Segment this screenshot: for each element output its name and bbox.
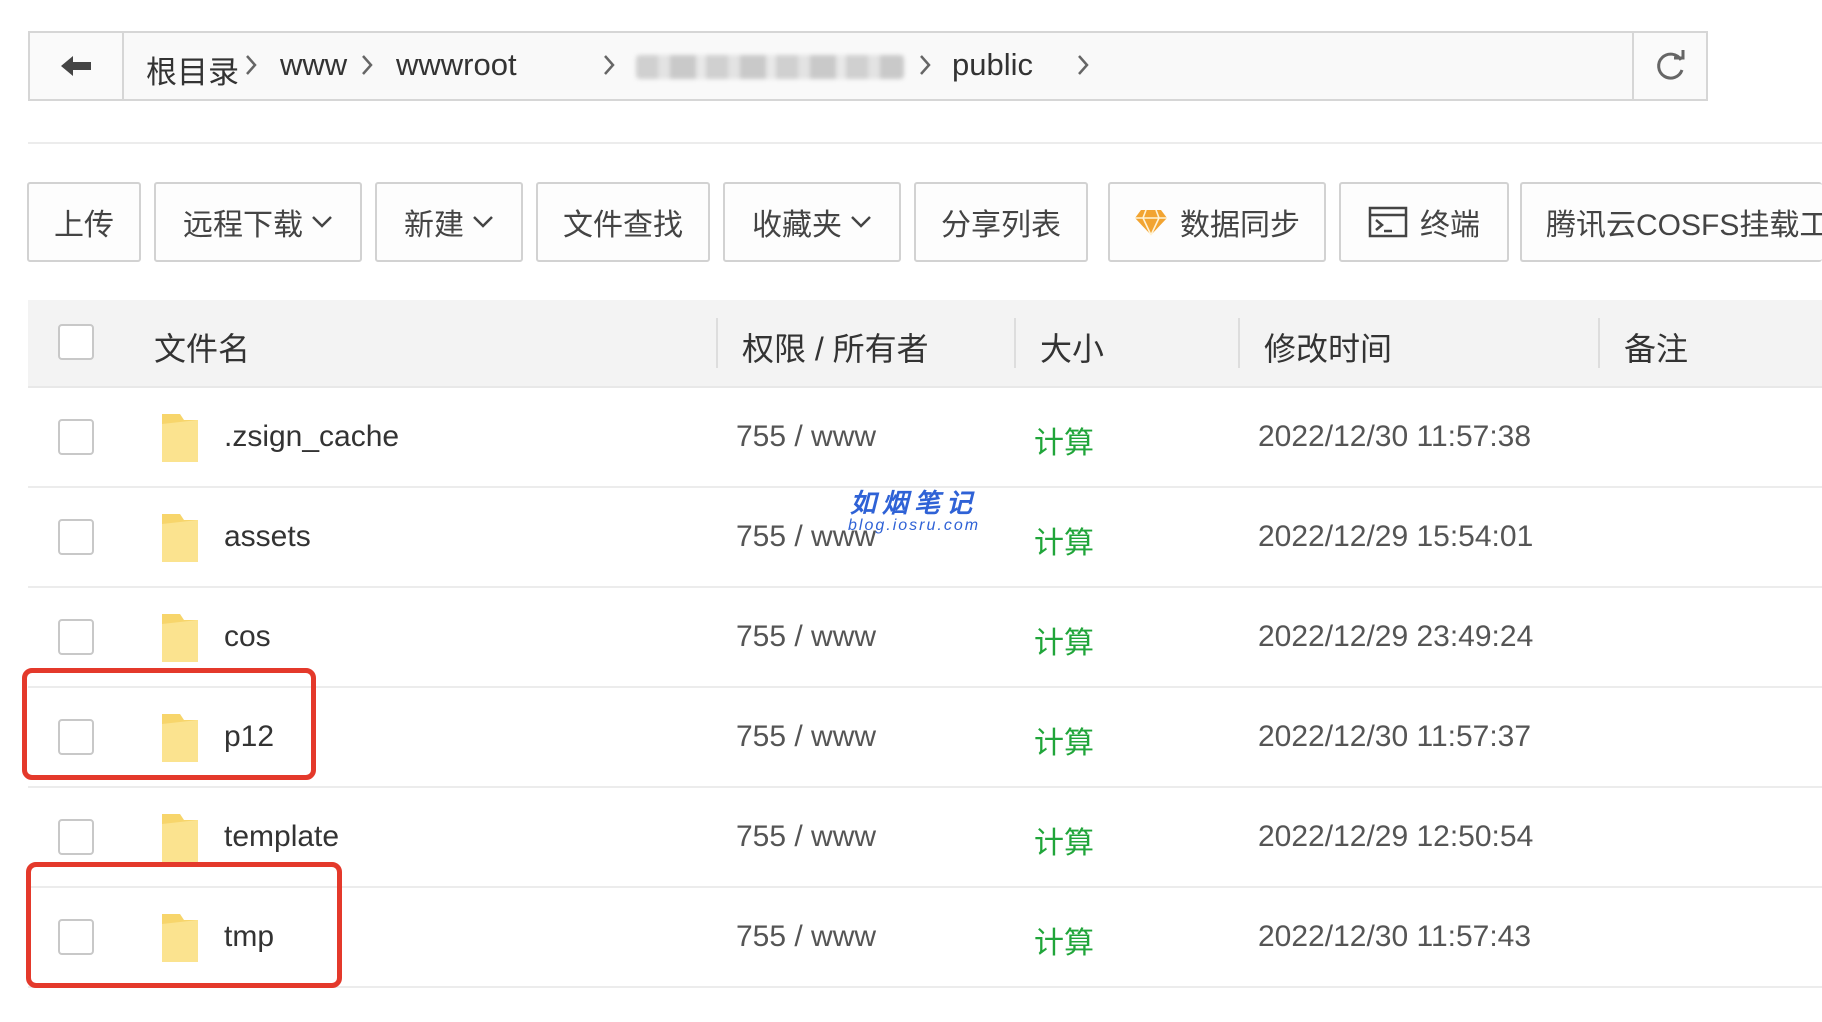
watermark: 如烟笔记 blog.iosru.com [848, 490, 980, 534]
size-calc-link[interactable]: 计算 [1034, 718, 1094, 762]
chevron-down-icon [851, 216, 871, 228]
size-calc-link[interactable]: 计算 [1034, 818, 1094, 862]
breadcrumb: 根目录 www wwwroot public [122, 33, 1632, 99]
select-all-checkbox[interactable] [58, 324, 94, 360]
header-size[interactable]: 大小 [1040, 324, 1104, 370]
modified-time: 2022/12/29 12:50:54 [1258, 820, 1534, 853]
refresh-button[interactable] [1632, 33, 1706, 99]
redacted-breadcrumb [636, 55, 904, 79]
row-checkbox[interactable] [58, 419, 94, 455]
file-name[interactable]: cos [224, 620, 271, 654]
permission-owner[interactable]: 755 / www [736, 820, 876, 854]
breadcrumb-wwwroot[interactable]: wwwroot [396, 47, 517, 83]
folder-icon [162, 414, 198, 462]
column-divider [1014, 318, 1016, 368]
modified-time: 2022/12/30 11:57:37 [1258, 720, 1532, 753]
terminal-icon [1368, 206, 1408, 238]
row-checkbox[interactable] [58, 519, 94, 555]
chevron-right-icon [246, 55, 257, 75]
folder-icon [162, 614, 198, 662]
back-arrow-icon [61, 56, 91, 76]
share-list-button[interactable]: 分享列表 [914, 182, 1088, 262]
chevron-right-icon [920, 55, 931, 75]
folder-icon [162, 814, 198, 862]
header-remark: 备注 [1624, 331, 1689, 367]
diamond-icon [1135, 209, 1167, 236]
header-permission[interactable]: 权限 / 所有者 [742, 324, 929, 370]
file-name[interactable]: template [224, 820, 339, 854]
column-divider [1598, 318, 1600, 368]
file-name[interactable]: .zsign_cache [224, 420, 399, 454]
upload-button[interactable]: 上传 [27, 182, 141, 262]
favorites-button[interactable]: 收藏夹 [723, 182, 901, 262]
chevron-right-icon [1078, 55, 1089, 75]
terminal-label: 终端 [1420, 209, 1480, 242]
column-divider [716, 318, 718, 368]
row-checkbox[interactable] [58, 619, 94, 655]
header-modified[interactable]: 修改时间 [1264, 324, 1392, 370]
modified-time: 2022/12/29 15:54:01 [1258, 520, 1534, 553]
favorites-label: 收藏夹 [752, 209, 842, 242]
table-row[interactable]: .zsign_cache 755 / www 计算 2022/12/30 11:… [28, 388, 1822, 488]
permission-owner[interactable]: 755 / www [736, 420, 876, 454]
watermark-url: blog.iosru.com [848, 517, 981, 534]
highlight-box-p12 [22, 668, 316, 780]
cosfs-mount-label: 腾讯云COSFS挂载工 [1546, 209, 1822, 242]
table-header: 文件名 权限 / 所有者 大小 修改时间 备注 [28, 300, 1822, 388]
file-name[interactable]: assets [224, 520, 311, 554]
data-sync-button[interactable]: 数据同步 [1108, 182, 1326, 262]
permission-owner[interactable]: 755 / www [736, 920, 876, 954]
breadcrumb-www[interactable]: www [280, 47, 347, 83]
breadcrumb-root[interactable]: 根目录 [146, 47, 239, 92]
modified-time: 2022/12/30 11:57:38 [1258, 420, 1532, 453]
size-calc-link[interactable]: 计算 [1034, 918, 1094, 962]
size-calc-link[interactable]: 计算 [1034, 518, 1094, 562]
path-bar: 根目录 www wwwroot public [28, 31, 1708, 101]
new-button[interactable]: 新建 [375, 182, 523, 262]
terminal-button[interactable]: 终端 [1339, 182, 1509, 262]
file-search-label: 文件查找 [563, 209, 683, 242]
highlight-box-tmp [26, 862, 342, 988]
watermark-title: 如烟笔记 [850, 488, 979, 518]
chevron-down-icon [473, 216, 493, 228]
back-button[interactable] [30, 33, 124, 99]
chevron-right-icon [604, 55, 615, 75]
size-calc-link[interactable]: 计算 [1034, 418, 1094, 462]
folder-icon [162, 514, 198, 562]
permission-owner[interactable]: 755 / www [736, 620, 876, 654]
breadcrumb-public[interactable]: public [952, 47, 1033, 83]
file-search-button[interactable]: 文件查找 [536, 182, 710, 262]
new-label: 新建 [404, 209, 464, 242]
modified-time: 2022/12/29 23:49:24 [1258, 620, 1534, 653]
remote-download-button[interactable]: 远程下载 [154, 182, 362, 262]
chevron-down-icon [312, 216, 332, 228]
column-divider [1238, 318, 1240, 368]
permission-owner[interactable]: 755 / www [736, 720, 876, 754]
chevron-right-icon [362, 55, 373, 75]
remote-download-label: 远程下载 [183, 209, 303, 242]
data-sync-label: 数据同步 [1180, 209, 1300, 242]
header-filename[interactable]: 文件名 [154, 324, 250, 370]
row-checkbox[interactable] [58, 819, 94, 855]
refresh-icon [1657, 50, 1685, 80]
modified-time: 2022/12/30 11:57:43 [1258, 920, 1532, 953]
divider [28, 142, 1822, 144]
upload-label: 上传 [54, 209, 114, 242]
size-calc-link[interactable]: 计算 [1034, 618, 1094, 662]
share-list-label: 分享列表 [941, 209, 1061, 242]
cosfs-mount-button[interactable]: 腾讯云COSFS挂载工 [1520, 182, 1822, 262]
